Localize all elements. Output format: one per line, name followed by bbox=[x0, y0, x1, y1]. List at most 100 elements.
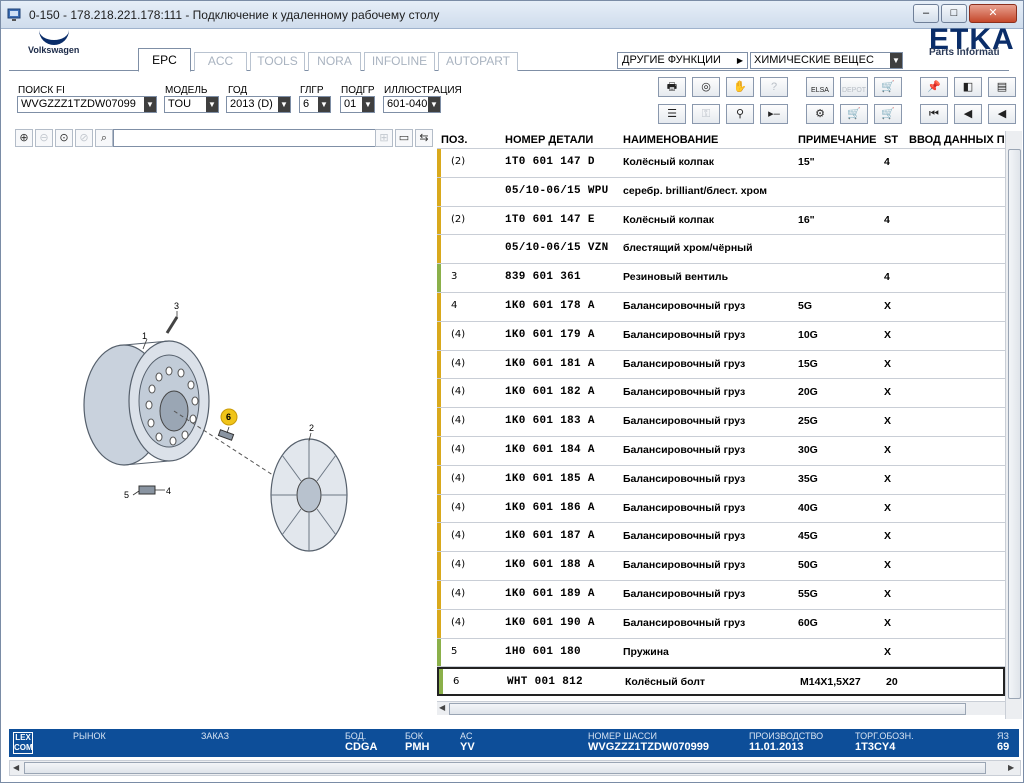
layout-icon[interactable]: ▭ bbox=[395, 129, 413, 147]
row-status-bar bbox=[437, 350, 441, 379]
table-row[interactable]: (4) 1K0 601 189 A Балансировочный груз 55G X bbox=[437, 581, 1005, 610]
prev-icon[interactable]: ◀ bbox=[988, 104, 1016, 124]
table-row[interactable]: (4) 1K0 601 182 A Балансировочный груз 20G X bbox=[437, 379, 1005, 409]
header-st[interactable]: ST bbox=[884, 134, 898, 146]
elsa-icon[interactable]: ELSA bbox=[806, 77, 834, 97]
select-icon[interactable]: ⊞ bbox=[375, 129, 393, 147]
horizontal-scroll-thumb[interactable] bbox=[449, 703, 966, 715]
callout-3[interactable]: 3 bbox=[174, 301, 179, 311]
callout-6[interactable]: 6 bbox=[226, 412, 231, 422]
year-select[interactable]: 2013 (D) ▼ bbox=[226, 96, 291, 113]
table-row[interactable]: (4) 1K0 601 181 A Балансировочный груз 15G X bbox=[437, 350, 1005, 380]
illustration-select[interactable]: 601-040 ▼ bbox=[383, 96, 441, 113]
header-name[interactable]: НАИМЕНОВАНИЕ bbox=[623, 134, 718, 146]
table-row[interactable]: (4) 1K0 601 187 A Балансировочный груз 45G X bbox=[437, 523, 1005, 553]
subgroup-select[interactable]: 01 ▼ bbox=[340, 96, 375, 113]
tab-infoline[interactable]: INFOLINE bbox=[364, 52, 435, 71]
window-scroll-thumb[interactable] bbox=[24, 762, 986, 774]
tab-epc[interactable]: EPC bbox=[138, 48, 191, 72]
doc-gear-icon[interactable]: ⚙ bbox=[806, 104, 834, 124]
first-page-icon[interactable]: ⏮ bbox=[920, 104, 948, 124]
bicycle-icon[interactable]: ⚲ bbox=[726, 104, 754, 124]
cell-part-number: 1K0 601 181 A bbox=[505, 357, 595, 370]
main-group-select[interactable]: 6 ▼ bbox=[299, 96, 331, 113]
parts-illustration[interactable]: 1 2 3 4 5 6 bbox=[9, 149, 437, 719]
scroll-right-icon[interactable]: ▶ bbox=[1008, 763, 1014, 772]
cell-st: 4 bbox=[884, 271, 890, 284]
cell-st: X bbox=[884, 472, 892, 485]
scroll-left-icon[interactable]: ◀ bbox=[439, 703, 445, 712]
callout-5[interactable]: 5 bbox=[124, 490, 129, 500]
fi-search-input[interactable]: WVGZZZ1TZDW07099 ▼ bbox=[17, 96, 157, 113]
split-arrows-icon[interactable]: ⇆ bbox=[415, 129, 433, 147]
table-row[interactable]: (4) 1K0 601 190 A Балансировочный груз 60G X bbox=[437, 609, 1005, 639]
chevron-down-icon: ▼ bbox=[362, 97, 374, 112]
table-row[interactable]: 3 839 601 361 Резиновый вентиль 4 bbox=[437, 264, 1005, 293]
chevron-down-icon: ▼ bbox=[428, 97, 440, 112]
window-horizontal-scrollbar[interactable]: ◀ ▶ bbox=[9, 760, 1021, 776]
table-row[interactable]: (2) 1T0 601 147 D Колёсный колпак 15" 4 bbox=[437, 149, 1005, 178]
callout-2[interactable]: 2 bbox=[309, 423, 314, 433]
close-button[interactable]: ✕ bbox=[969, 4, 1017, 23]
table-vertical-scrollbar[interactable] bbox=[1005, 131, 1022, 719]
help-icon[interactable]: ? bbox=[760, 77, 788, 97]
key-icon[interactable]: ⚿ bbox=[692, 104, 720, 124]
table-horizontal-scrollbar[interactable]: ◀ bbox=[437, 701, 1005, 715]
handshake-icon[interactable]: ✋ bbox=[726, 77, 754, 97]
table-row[interactable]: (4) 1K0 601 183 A Балансировочный груз 25G X bbox=[437, 408, 1005, 437]
cell-st: X bbox=[884, 588, 892, 600]
cell-note: 50G bbox=[798, 559, 818, 572]
pin-icon[interactable]: 📌 bbox=[920, 77, 948, 97]
page-copy-icon[interactable]: ▤ bbox=[988, 77, 1016, 97]
vertical-scroll-thumb[interactable] bbox=[1008, 149, 1021, 699]
cart-add-icon[interactable]: 🛒 bbox=[874, 77, 902, 97]
model-select[interactable]: TOU ▼ bbox=[164, 96, 219, 113]
table-row[interactable]: (4) 1K0 601 188 A Балансировочный груз 50G X bbox=[437, 552, 1005, 581]
table-row[interactable]: (4) 1K0 601 185 A Балансировочный груз 35G X bbox=[437, 465, 1005, 495]
table-row[interactable]: (4) 1K0 601 186 A Балансировочный груз 40G X bbox=[437, 494, 1005, 524]
table-row[interactable]: (2) 1T0 601 147 E Колёсный колпак 16" 4 bbox=[437, 206, 1005, 236]
header-pos[interactable]: ПОЗ. bbox=[441, 134, 467, 146]
table-row[interactable]: 4 1K0 601 178 A Балансировочный груз 5G X bbox=[437, 293, 1005, 322]
table-row[interactable]: 05/10-06/15 VZN блестящий хром/чёрный bbox=[437, 235, 1005, 265]
tab-acc[interactable]: ACC bbox=[194, 52, 247, 71]
wheel-search-icon[interactable]: ◎ bbox=[692, 77, 720, 97]
cart-icon[interactable]: 🛒 bbox=[874, 104, 902, 124]
magnifier-icon[interactable]: ⌕ bbox=[95, 129, 113, 147]
other-functions-menu[interactable]: ДРУГИЕ ФУНКЦИИ ▶ bbox=[617, 52, 748, 69]
tab-tools[interactable]: TOOLS bbox=[250, 52, 305, 71]
prev-page-icon[interactable]: ◀ bbox=[954, 104, 982, 124]
table-row[interactable]: 5 1H0 601 180 Пружина X bbox=[437, 638, 1005, 668]
header-input[interactable]: ВВОД ДАННЫХ ПО bbox=[909, 134, 1005, 146]
maximize-button[interactable]: □ bbox=[941, 4, 967, 23]
list-icon[interactable]: ☰ bbox=[658, 104, 686, 124]
callout-4[interactable]: 4 bbox=[166, 486, 171, 496]
play-dash-icon[interactable]: ▸– bbox=[760, 104, 788, 124]
order-label: ЗАКАЗ bbox=[201, 731, 230, 741]
cart-disabled-icon[interactable]: 🛒 bbox=[840, 104, 868, 124]
chemicals-dropdown[interactable]: ХИМИЧЕСКИЕ ВЕЩЕС ▼ bbox=[750, 52, 903, 69]
depot-icon[interactable]: DEPOT bbox=[840, 77, 868, 97]
table-row[interactable]: (4) 1K0 601 184 A Балансировочный груз 30G X bbox=[437, 437, 1005, 466]
row-status-bar bbox=[437, 638, 441, 667]
zoom-in-icon[interactable]: ⊕ bbox=[15, 129, 33, 147]
zoom-reset-icon[interactable]: ⊘ bbox=[75, 129, 93, 147]
minimize-button[interactable]: – bbox=[913, 4, 939, 23]
print-icon[interactable]: 🖶 bbox=[658, 77, 686, 97]
page-back-icon[interactable]: ◧ bbox=[954, 77, 982, 97]
header-note[interactable]: ПРИМЕЧАНИЕ bbox=[798, 134, 877, 146]
header-part-number[interactable]: НОМЕР ДЕТАЛИ bbox=[505, 134, 593, 146]
zoom-fit-icon[interactable]: ⊙ bbox=[55, 129, 73, 147]
callout-1[interactable]: 1 bbox=[142, 331, 147, 341]
table-row[interactable]: 6 WHT 001 812 Колёсный болт M14X1,5X27 20 bbox=[437, 667, 1005, 697]
cell-part-number: 05/10-06/15 WPU bbox=[505, 184, 609, 197]
table-row[interactable]: (4) 1K0 601 179 A Балансировочный груз 10G X bbox=[437, 321, 1005, 351]
tab-autopart[interactable]: AUTOPART bbox=[438, 52, 518, 71]
scroll-left-icon[interactable]: ◀ bbox=[13, 763, 19, 772]
cell-st: X bbox=[884, 386, 892, 399]
zoom-search-input[interactable] bbox=[113, 129, 377, 147]
table-row[interactable]: 05/10-06/15 WPU серебр. brilliant/блест. … bbox=[437, 177, 1005, 207]
title-bar[interactable]: 0-150 - 178.218.221.178:111 - Подключени… bbox=[1, 1, 1023, 29]
tab-nora[interactable]: NORA bbox=[308, 52, 361, 71]
zoom-out-icon[interactable]: ⊖ bbox=[35, 129, 53, 147]
